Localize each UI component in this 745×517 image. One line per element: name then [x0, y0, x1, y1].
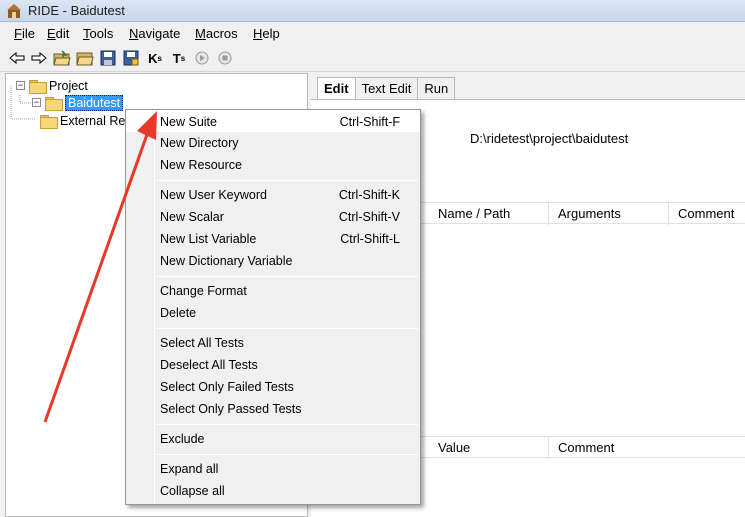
menu-item-new-directory[interactable]: New Directory [126, 132, 420, 154]
col-comment: Comment [678, 206, 735, 221]
menu-item-delete[interactable]: Delete [126, 302, 420, 324]
col-name-path: Name / Path [438, 206, 511, 221]
menu-help[interactable]: Help [253, 26, 280, 41]
toolbar: Ks Ts [0, 45, 745, 72]
menu-item-new-list-variable[interactable]: New List Variable Ctrl-Shift-L [126, 228, 420, 250]
col-arguments: Arguments [558, 206, 621, 221]
menu-bar: File Edit Tools Navigate Macros Help [0, 23, 745, 45]
forward-arrow-icon[interactable] [30, 49, 48, 67]
title-bar: RIDE - Baidutest [0, 0, 745, 22]
menu-navigate[interactable]: Navigate [129, 26, 180, 41]
menu-item-new-dictionary-variable[interactable]: New Dictionary Variable [126, 250, 420, 272]
save-all-icon[interactable] [122, 49, 140, 67]
stop-icon[interactable] [216, 49, 234, 67]
menu-item-new-resource[interactable]: New Resource [126, 154, 420, 176]
ride-app-icon [7, 4, 21, 18]
source-path: D:\ridetest\project\baidutest [470, 131, 629, 146]
col-comment-2: Comment [558, 440, 615, 455]
editor-tabs: Edit Text Edit Run [317, 77, 456, 99]
open-directory-icon[interactable] [76, 49, 94, 67]
menu-item-new-scalar[interactable]: New Scalar Ctrl-Shift-V [126, 206, 420, 228]
menu-item-change-format[interactable]: Change Format [126, 280, 420, 302]
menu-item-expand-all[interactable]: Expand all [126, 458, 420, 480]
menu-item-select-only-passed-tests[interactable]: Select Only Passed Tests [126, 398, 420, 420]
menu-item-select-all-tests[interactable]: Select All Tests [126, 332, 420, 354]
tree-lines [10, 86, 36, 120]
context-menu: New Suite Ctrl-Shift-F New Directory New … [125, 109, 421, 505]
search-keywords-icon[interactable]: Ks [146, 49, 164, 67]
run-forward-icon[interactable] [193, 49, 211, 67]
menu-macros[interactable]: Macros [195, 26, 238, 41]
col-value: Value [438, 440, 471, 455]
menu-item-collapse-all[interactable]: Collapse all [126, 480, 420, 502]
menu-item-deselect-all-tests[interactable]: Deselect All Tests [126, 354, 420, 376]
back-arrow-icon[interactable] [8, 49, 26, 67]
tab-text-edit[interactable]: Text Edit [354, 77, 419, 99]
menu-tools[interactable]: Tools [83, 26, 113, 41]
tab-edit[interactable]: Edit [317, 77, 356, 99]
menu-file[interactable]: File [14, 26, 35, 41]
menu-item-exclude[interactable]: Exclude [126, 428, 420, 450]
menu-item-select-only-failed-tests[interactable]: Select Only Failed Tests [126, 376, 420, 398]
save-icon[interactable] [99, 49, 117, 67]
menu-item-new-user-keyword[interactable]: New User Keyword Ctrl-Shift-K [126, 184, 420, 206]
search-tests-icon[interactable]: Ts [170, 49, 188, 67]
window-title: RIDE - Baidutest [28, 3, 125, 18]
menu-edit[interactable]: Edit [47, 26, 69, 41]
menu-item-new-suite[interactable]: New Suite Ctrl-Shift-F [126, 110, 420, 132]
tab-run[interactable]: Run [417, 77, 456, 99]
tree-label-baidutest: Baidutest [65, 94, 124, 111]
open-suite-icon[interactable] [53, 49, 71, 67]
